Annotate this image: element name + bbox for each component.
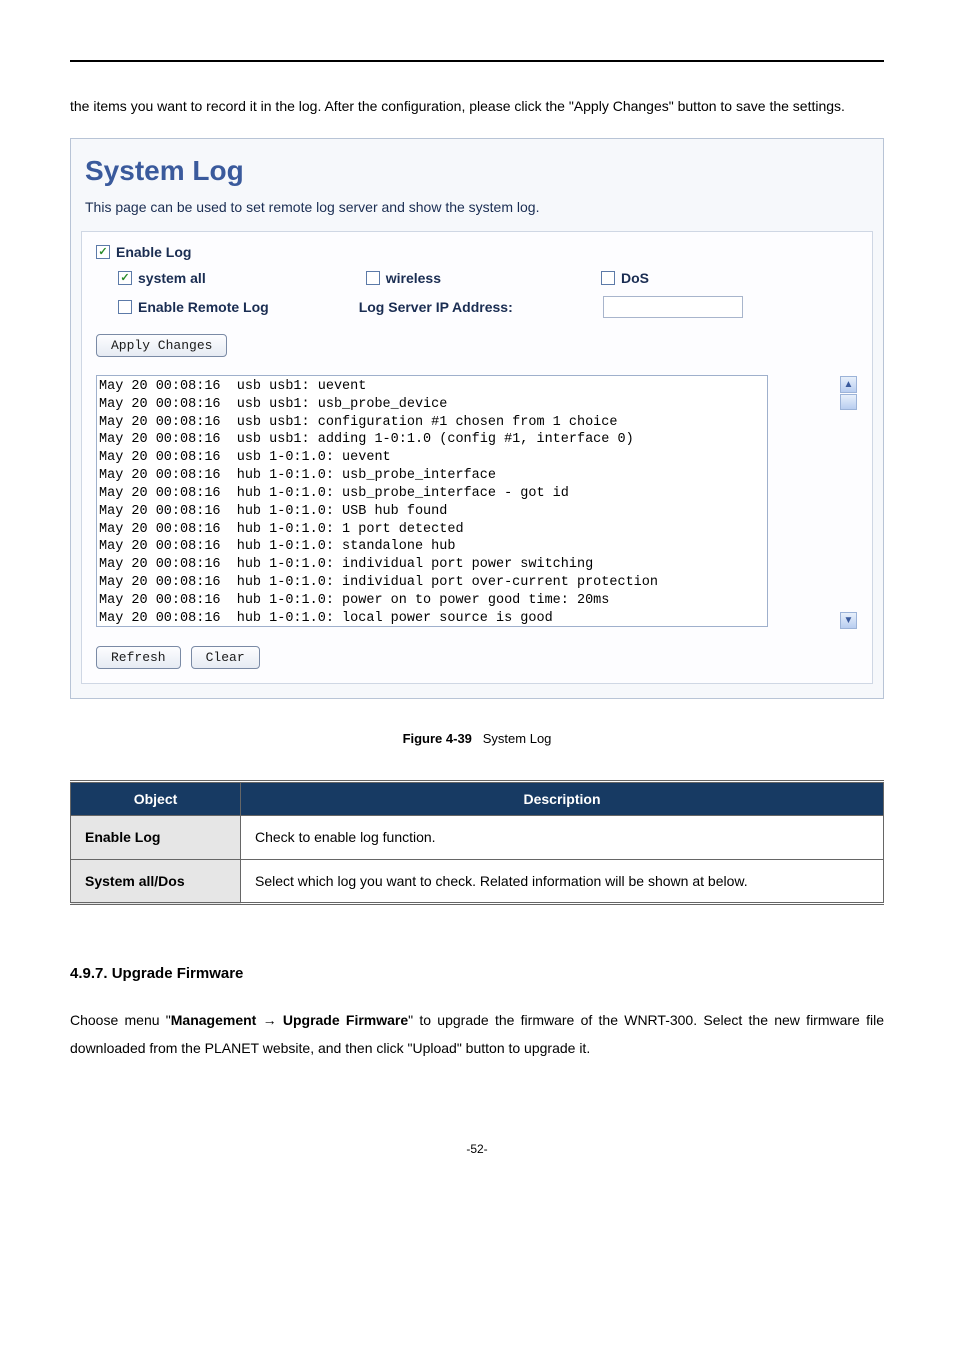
table-header-object: Object — [71, 782, 241, 816]
figure-label: Figure 4-39 — [403, 731, 472, 746]
system-log-panel: System Log This page can be used to set … — [70, 138, 884, 699]
scroll-down-icon[interactable]: ▼ — [840, 612, 857, 629]
table-cell-object: Enable Log — [71, 816, 241, 860]
table-cell-object: System all/Dos — [71, 859, 241, 904]
section-heading: 4.9.7. Upgrade Firmware — [70, 965, 884, 982]
para-bold: Management — [171, 1012, 257, 1028]
log-form: Enable Log system all wireless DoS — [81, 231, 873, 684]
table-cell-description: Check to enable log function. — [241, 816, 884, 860]
enable-log-label: Enable Log — [116, 244, 191, 260]
para-text: Choose menu " — [70, 1012, 171, 1028]
dos-checkbox[interactable]: DoS — [601, 270, 649, 286]
wireless-checkbox[interactable]: wireless — [366, 270, 441, 286]
panel-title: System Log — [85, 155, 873, 187]
refresh-button[interactable]: Refresh — [96, 646, 181, 669]
checkbox-icon — [118, 271, 132, 285]
scroll-up-icon[interactable]: ▲ — [840, 376, 857, 393]
wireless-label: wireless — [386, 270, 441, 286]
apply-changes-button[interactable]: Apply Changes — [96, 334, 227, 357]
para-arrow: → — [256, 1012, 283, 1028]
figure-text: System Log — [483, 731, 552, 746]
figure-caption: Figure 4-39 System Log — [70, 731, 884, 746]
panel-description: This page can be used to set remote log … — [85, 199, 873, 215]
intro-paragraph: the items you want to record it in the l… — [70, 92, 884, 120]
enable-remote-log-checkbox[interactable]: Enable Remote Log — [118, 299, 269, 315]
log-output-wrap: ▲ ▼ — [96, 375, 858, 630]
clear-button[interactable]: Clear — [191, 646, 260, 669]
section-paragraph: Choose menu "Management → Upgrade Firmwa… — [70, 1006, 884, 1062]
checkbox-icon — [601, 271, 615, 285]
log-server-ip-label: Log Server IP Address: — [359, 299, 513, 315]
scroll-thumb[interactable] — [840, 394, 857, 410]
checkbox-icon — [118, 300, 132, 314]
log-server-ip-input[interactable] — [603, 296, 743, 318]
table-row: Enable Log Check to enable log function. — [71, 816, 884, 860]
dos-label: DoS — [621, 270, 649, 286]
enable-remote-log-label: Enable Remote Log — [138, 299, 269, 315]
log-textarea[interactable] — [96, 375, 768, 627]
page-number: -52- — [70, 1142, 884, 1156]
table-cell-description: Select which log you want to check. Rela… — [241, 859, 884, 904]
table-row: System all/Dos Select which log you want… — [71, 859, 884, 904]
checkbox-icon — [96, 245, 110, 259]
para-bold: Upgrade Firmware — [283, 1012, 408, 1028]
table-header-description: Description — [241, 782, 884, 816]
enable-log-checkbox[interactable]: Enable Log — [96, 244, 191, 260]
system-all-checkbox[interactable]: system all — [118, 270, 206, 286]
description-table: Object Description Enable Log Check to e… — [70, 780, 884, 905]
top-rule — [70, 60, 884, 62]
system-all-label: system all — [138, 270, 206, 286]
checkbox-icon — [366, 271, 380, 285]
